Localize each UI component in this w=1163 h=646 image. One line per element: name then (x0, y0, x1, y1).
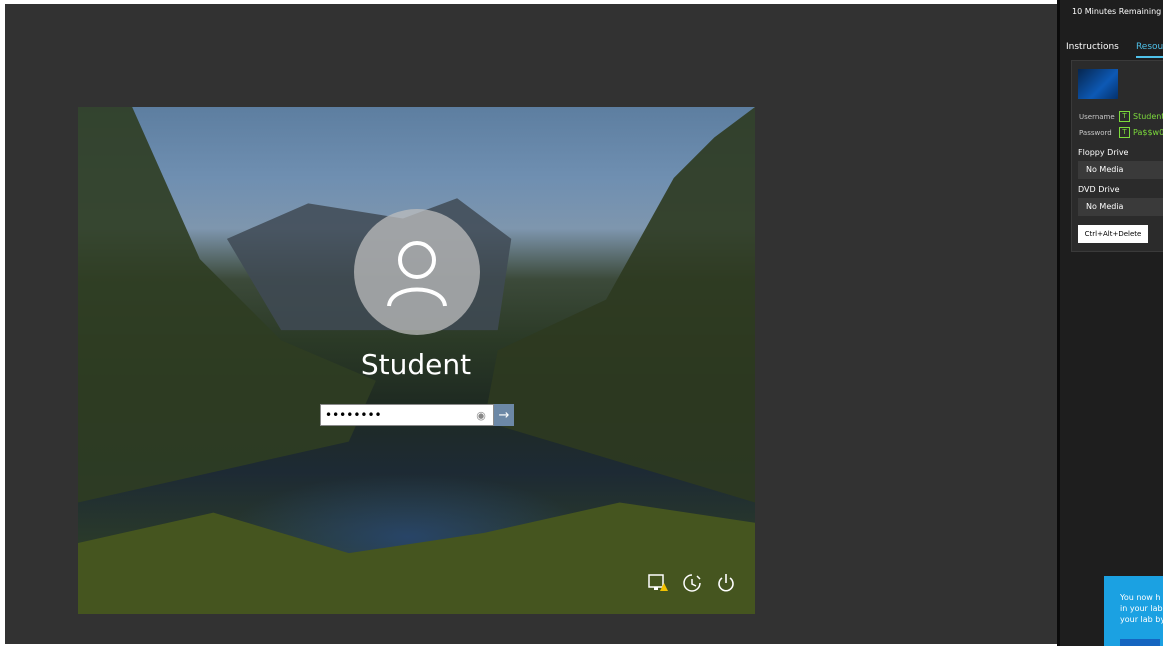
floppy-drive-label: Floppy Drive (1078, 148, 1129, 157)
ease-of-access-icon[interactable] (682, 573, 702, 598)
username-label: Username (1079, 112, 1115, 121)
username-credential: Username T Student (1079, 111, 1163, 122)
toast-line-3: your lab by (1120, 615, 1163, 624)
toast-line-1: You now h (1120, 593, 1161, 602)
ctrl-alt-delete-button[interactable]: Ctrl+Alt+Delete (1078, 225, 1148, 243)
time-remaining: 10 Minutes Remaining (1072, 7, 1162, 16)
power-icon[interactable] (716, 573, 736, 598)
type-text-icon[interactable]: T (1119, 127, 1130, 138)
network-icon[interactable] (648, 574, 668, 597)
panel-tabs: Instructions Resources (1066, 34, 1163, 58)
password-field[interactable]: ◉ (320, 404, 494, 426)
top-border (0, 0, 1163, 4)
user-avatar (354, 209, 480, 335)
floppy-drive-select[interactable]: No Media (1078, 161, 1163, 179)
left-border (0, 0, 5, 646)
lock-screen-actions (648, 573, 736, 598)
tab-resources[interactable]: Resources (1135, 42, 1163, 58)
username-value[interactable]: Student (1133, 112, 1163, 121)
password-credential: Password T Pa$$w0rd (1079, 127, 1163, 138)
dvd-drive-label: DVD Drive (1078, 185, 1120, 194)
tab-instructions[interactable]: Instructions (1066, 42, 1119, 56)
login-username: Student (360, 348, 472, 381)
password-label: Password (1079, 128, 1112, 137)
toast-action-button[interactable] (1120, 639, 1160, 646)
notification-toast[interactable]: You now h in your lab your lab by (1104, 576, 1163, 646)
submit-arrow-button[interactable]: → (494, 404, 514, 426)
toast-line-2: in your lab (1120, 604, 1163, 613)
lab-side-panel: 10 Minutes Remaining Instructions Resour… (1057, 0, 1163, 646)
resources-panel: Username T Student Password T Pa$$w0rd F… (1071, 60, 1163, 252)
reveal-password-icon[interactable]: ◉ (471, 409, 491, 422)
vm-thumbnail[interactable] (1078, 69, 1118, 99)
dvd-drive-select[interactable]: No Media (1078, 198, 1163, 216)
user-icon (387, 241, 447, 307)
type-text-icon[interactable]: T (1119, 111, 1130, 122)
password-value[interactable]: Pa$$w0rd (1133, 128, 1163, 137)
password-input[interactable] (321, 406, 471, 424)
vm-lock-screen[interactable]: Student ◉ → (78, 107, 755, 614)
